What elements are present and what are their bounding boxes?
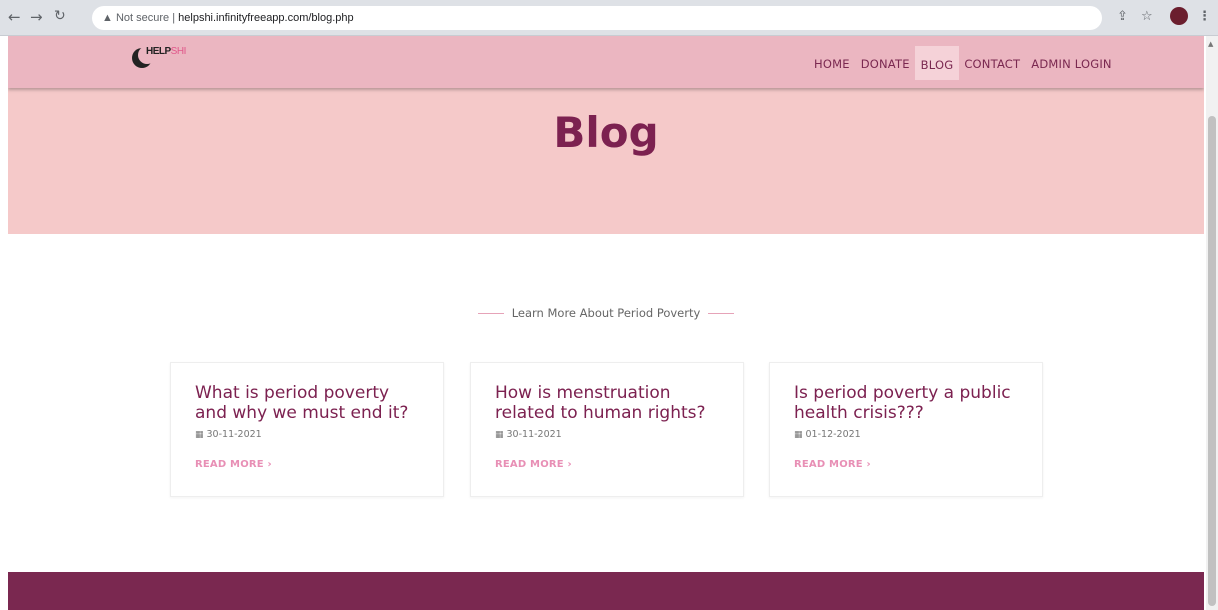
forward-icon[interactable]: → — [30, 8, 43, 26]
read-more-label: READ MORE — [195, 459, 264, 470]
bookmark-star-icon[interactable]: ☆ — [1141, 9, 1153, 24]
blog-card[interactable]: What is period poverty and why we must e… — [170, 362, 444, 497]
blog-card-date: ▦ 30-11-2021 — [495, 429, 719, 440]
site-logo[interactable]: HELPSHI — [132, 46, 202, 70]
logo-text-main: HELP — [146, 46, 171, 57]
heading-line-right — [708, 313, 735, 314]
url-separator: | — [172, 12, 176, 24]
blog-card-title[interactable]: What is period poverty and why we must e… — [195, 383, 419, 423]
blog-card-title[interactable]: Is period poverty a public health crisis… — [794, 383, 1018, 423]
blog-card-date: ▦ 30-11-2021 — [195, 429, 419, 440]
nav-home[interactable]: HOME — [808, 54, 856, 76]
nav-blog[interactable]: BLOG — [914, 46, 960, 80]
page-viewport: HELPSHI HOME DONATE BLOG CONTACT ADMIN L… — [8, 36, 1204, 610]
nav-donate[interactable]: DONATE — [855, 54, 916, 76]
read-more-link[interactable]: READ MORE › — [195, 459, 419, 470]
page-scrollbar[interactable]: ▲ — [1206, 36, 1218, 610]
back-icon[interactable]: ← — [8, 8, 21, 26]
page-title: Blog — [553, 108, 659, 157]
address-bar[interactable]: ▲ Not secure | helpshi.infinityfreeapp.c… — [92, 6, 1102, 30]
scrollbar-thumb[interactable] — [1208, 116, 1216, 606]
nav-admin-login[interactable]: ADMIN LOGIN — [1025, 54, 1117, 76]
url-text: helpshi.infinityfreeapp.com/blog.php — [178, 12, 354, 24]
page-left-edge — [0, 36, 8, 610]
calendar-icon: ▦ — [794, 430, 803, 440]
blog-card-date: ▦ 01-12-2021 — [794, 429, 1018, 440]
reload-icon[interactable]: ↻ — [54, 8, 66, 24]
chevron-right-icon: › — [267, 459, 272, 470]
blog-card-title[interactable]: How is menstruation related to human rig… — [495, 383, 719, 423]
blog-card[interactable]: Is period poverty a public health crisis… — [769, 362, 1043, 497]
scroll-up-arrow-icon[interactable]: ▲ — [1208, 40, 1213, 48]
chevron-right-icon: › — [866, 459, 871, 470]
calendar-icon: ▦ — [195, 430, 204, 440]
site-footer — [8, 572, 1204, 610]
security-label: Not secure — [115, 12, 170, 24]
blog-card-date-text: 01-12-2021 — [805, 429, 861, 440]
blog-card[interactable]: How is menstruation related to human rig… — [470, 362, 744, 497]
profile-avatar[interactable] — [1170, 7, 1188, 25]
logo-text: HELPSHI — [146, 46, 186, 57]
nav-contact[interactable]: CONTACT — [958, 54, 1026, 76]
read-more-link[interactable]: READ MORE › — [495, 459, 719, 470]
calendar-icon: ▦ — [495, 430, 504, 440]
blog-card-date-text: 30-11-2021 — [506, 429, 562, 440]
site-navbar: HELPSHI HOME DONATE BLOG CONTACT ADMIN L… — [8, 36, 1204, 88]
share-icon[interactable]: ⇪ — [1117, 9, 1128, 24]
heading-line-left — [477, 313, 504, 314]
menu-kebab-icon[interactable]: ⋮ — [1198, 9, 1211, 24]
read-more-label: READ MORE — [794, 459, 863, 470]
chevron-right-icon: › — [567, 459, 572, 470]
hero-banner: Blog — [8, 88, 1204, 234]
main-menu: HOME DONATE BLOG CONTACT ADMIN LOGIN — [808, 46, 1117, 80]
read-more-label: READ MORE — [495, 459, 564, 470]
logo-text-accent: SHI — [170, 46, 187, 57]
blog-card-date-text: 30-11-2021 — [206, 429, 262, 440]
browser-chrome: ← → ↻ ▲ Not secure | helpshi.infinityfre… — [0, 0, 1218, 36]
read-more-link[interactable]: READ MORE › — [794, 459, 1018, 470]
warning-icon: ▲ — [102, 12, 113, 24]
section-heading-text: Learn More About Period Poverty — [511, 306, 701, 320]
section-heading: Learn More About Period Poverty — [8, 306, 1204, 320]
